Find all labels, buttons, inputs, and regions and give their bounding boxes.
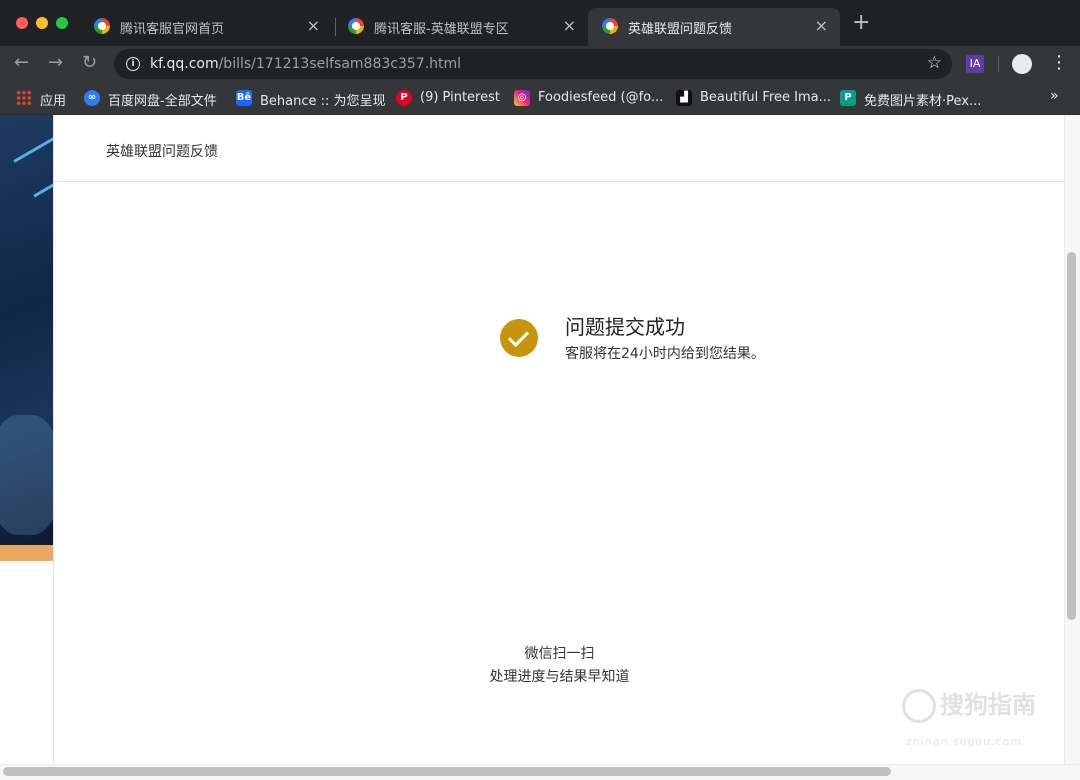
reload-icon[interactable]: ↻ <box>82 52 97 73</box>
browser-toolbar: ← → ↻ i kf.qq.com/bills/171213selfsam883… <box>0 46 1080 82</box>
bookmark-label: (9) Pinterest <box>420 90 500 105</box>
wechat-progress-text: 处理进度与结果早知道 <box>489 669 630 685</box>
tab-title: 英雄联盟问题反馈 <box>628 22 733 37</box>
bookmark-label: Behance :: 为您呈现 <box>260 94 386 109</box>
watermark-text: 搜狗指南 <box>940 691 1036 719</box>
qq-kf-favicon-icon <box>602 18 618 34</box>
feedback-panel: 英雄联盟问题反馈 问题提交成功 客服将在24小时内给到您结果。 微信扫一扫 处理… <box>53 115 1065 764</box>
address-bar[interactable]: i kf.qq.com/bills/171213selfsam883c357.h… <box>114 49 952 79</box>
url-path: /bills/171213selfsam883c357.html <box>218 56 462 72</box>
wechat-scan-text: 微信扫一扫 <box>524 646 595 662</box>
bookmarks-bar: 应用 ∞ 百度网盘-全部文件 Bē Behance :: 为您呈现 P (9) … <box>0 82 1080 115</box>
url-host: kf.qq.com <box>150 56 219 72</box>
back-arrow-icon[interactable]: ← <box>14 52 29 73</box>
browser-menu-icon[interactable]: ⋮ <box>1050 52 1068 73</box>
bookmarks-overflow-icon[interactable]: » <box>1050 88 1059 104</box>
tab-close-icon[interactable]: × <box>563 16 576 35</box>
bookmark-label: Beautiful Free Ima... <box>700 90 831 105</box>
sogou-logo-icon <box>902 689 936 723</box>
tab-close-icon[interactable]: × <box>307 16 320 35</box>
forward-arrow-icon[interactable]: → <box>48 52 63 73</box>
bookmark-label: Foodiesfeed (@fo... <box>538 90 664 105</box>
pinterest-icon: P <box>396 90 412 106</box>
bookmark-label: 免费图片素材·Pex... <box>864 94 982 109</box>
sogou-watermark: 搜狗指南 <box>902 685 1036 723</box>
web-page: 英雄联盟问题反馈 问题提交成功 客服将在24小时内给到您结果。 微信扫一扫 处理… <box>0 115 1080 780</box>
horizontal-scroll-thumb[interactable] <box>3 767 891 776</box>
success-check-icon <box>500 319 538 357</box>
behance-icon: Bē <box>236 90 252 106</box>
bookmark-star-icon[interactable]: ☆ <box>927 53 942 73</box>
apps-grid-icon <box>16 90 32 106</box>
vertical-scroll-thumb[interactable] <box>1067 252 1076 620</box>
success-description: 客服将在24小时内给到您结果。 <box>565 346 765 362</box>
tab-close-icon[interactable]: × <box>815 16 828 35</box>
success-title: 问题提交成功 <box>565 315 685 339</box>
qq-kf-favicon-icon <box>94 18 110 34</box>
unsplash-icon: ▟ <box>676 90 692 106</box>
zoom-window-button[interactable] <box>56 17 68 29</box>
tab-kf-home[interactable]: 腾讯客服官网首页 × <box>80 8 332 46</box>
panel-header: 英雄联盟问题反馈 <box>54 115 1065 182</box>
site-info-icon[interactable]: i <box>126 57 140 71</box>
toolbar-divider <box>998 56 999 72</box>
watermark-url: zhinan.sogou.com <box>906 735 1023 748</box>
browser-titlebar: 腾讯客服官网首页 × 腾讯客服-英雄联盟专区 × 英雄联盟问题反馈 × + <box>0 0 1080 46</box>
baidu-pan-icon: ∞ <box>84 90 100 106</box>
tab-lol-zone[interactable]: 腾讯客服-英雄联盟专区 × <box>334 8 588 46</box>
url-text[interactable]: kf.qq.com/bills/171213selfsam883c357.htm… <box>150 56 461 72</box>
page-title: 英雄联盟问题反馈 <box>106 144 218 160</box>
instagram-icon: ◎ <box>514 90 530 106</box>
bookmark-label: 应用 <box>40 94 67 109</box>
profile-avatar[interactable] <box>1012 54 1032 74</box>
pexels-icon: P <box>840 90 856 106</box>
close-window-button[interactable] <box>16 17 28 29</box>
tab-lol-feedback[interactable]: 英雄联盟问题反馈 × <box>588 8 840 46</box>
new-tab-button[interactable]: + <box>852 10 870 35</box>
background-stripe <box>0 545 53 561</box>
tab-title: 腾讯客服-英雄联盟专区 <box>374 22 509 37</box>
minimize-window-button[interactable] <box>36 17 48 29</box>
background-game-art <box>0 115 53 545</box>
qq-kf-favicon-icon <box>348 18 364 34</box>
tab-title: 腾讯客服官网首页 <box>120 22 225 37</box>
extension-ia-icon[interactable]: IA <box>966 55 984 73</box>
bookmark-label: 百度网盘-全部文件 <box>108 94 217 109</box>
